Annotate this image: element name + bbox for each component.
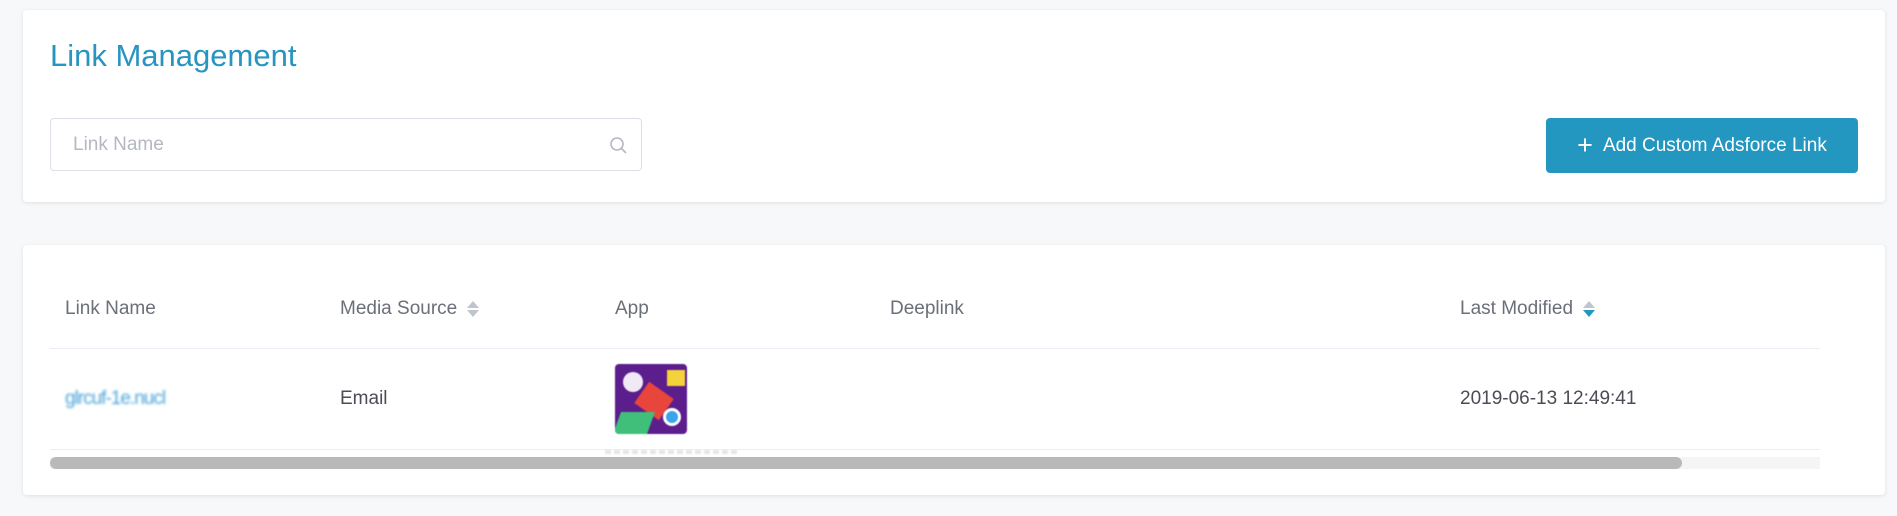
links-table: Link Name Media Source App Deeplink Last… (50, 245, 1820, 481)
search-input[interactable] (51, 119, 591, 170)
add-custom-link-label: Add Custom Adsforce Link (1602, 134, 1827, 156)
plus-icon: + (1577, 130, 1593, 160)
link-name-cell[interactable]: glrcuf-1e.nucl (65, 349, 166, 449)
page-title: Link Management (50, 38, 297, 73)
header-card: Link Management + Add Custom Adsforce Li… (23, 10, 1885, 202)
sort-icon[interactable] (467, 300, 480, 318)
search-box[interactable] (50, 118, 642, 171)
horizontal-scrollbar-thumb[interactable] (50, 457, 1682, 469)
app-cell (605, 349, 737, 454)
app-thumbnail-icon (615, 364, 687, 434)
table-row: glrcuf-1e.nucl Email 2019-06-13 12:49:41 (50, 349, 1820, 454)
column-header-last-modified[interactable]: Last Modified (1460, 270, 1596, 348)
column-header-media-source[interactable]: Media Source (340, 270, 480, 348)
last-modified-cell: 2019-06-13 12:49:41 (1460, 388, 1637, 409)
link-name-link[interactable]: glrcuf-1e.nucl (65, 388, 166, 410)
links-table-card: Link Name Media Source App Deeplink Last… (23, 245, 1885, 495)
table-header: Link Name Media Source App Deeplink Last… (50, 270, 1820, 349)
add-custom-link-button[interactable]: + Add Custom Adsforce Link (1546, 118, 1858, 173)
sort-icon[interactable] (1583, 300, 1596, 318)
column-header-app: App (615, 298, 649, 319)
app-caption (605, 450, 737, 454)
search-icon[interactable] (609, 136, 627, 154)
column-header-link-name: Link Name (65, 298, 156, 319)
column-header-deeplink: Deeplink (890, 298, 964, 319)
media-source-cell: Email (340, 388, 388, 409)
